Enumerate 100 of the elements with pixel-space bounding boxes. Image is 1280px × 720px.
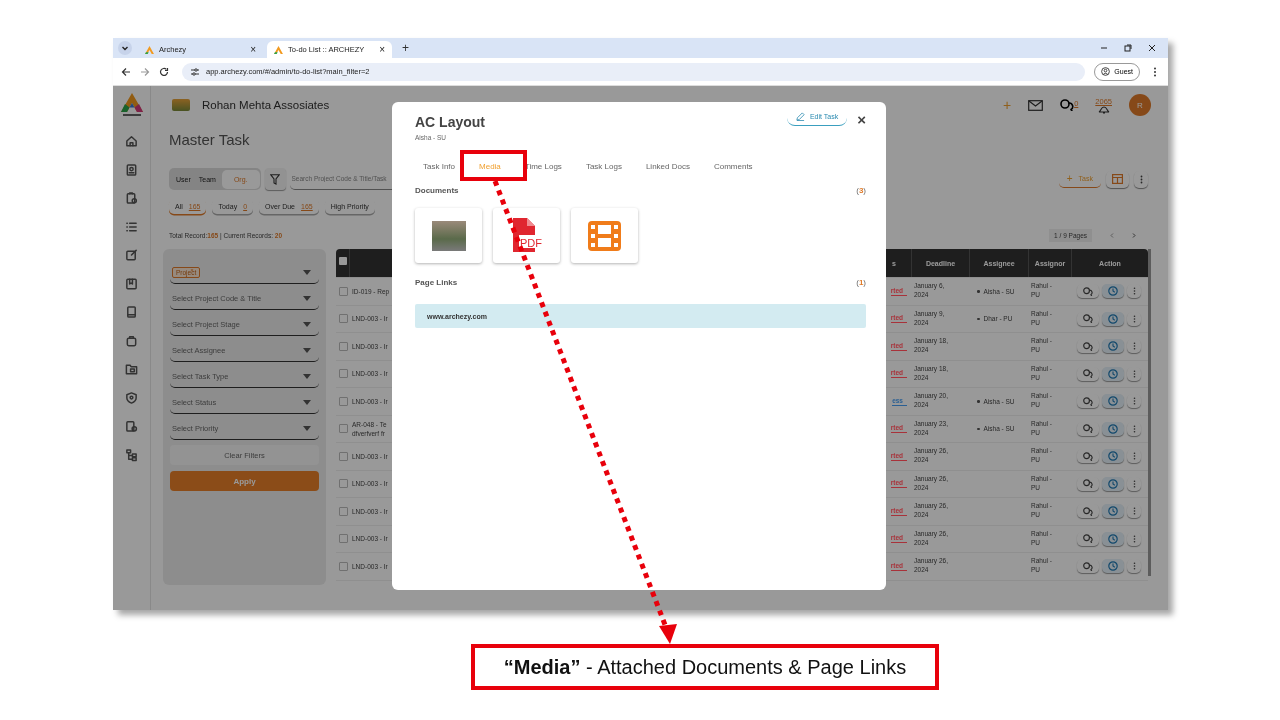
more-options-icon <box>1132 369 1136 378</box>
caret-icon <box>303 321 311 327</box>
document-card[interactable]: PDF <box>493 208 560 263</box>
chat-icon <box>1083 506 1093 516</box>
bullet-dot <box>977 400 980 403</box>
shield-icon[interactable] <box>125 390 138 405</box>
edit-icon[interactable] <box>125 248 138 262</box>
bag-icon[interactable] <box>125 333 138 348</box>
home-icon[interactable] <box>125 134 138 148</box>
clock-icon <box>1108 313 1118 324</box>
time-log-button[interactable] <box>1102 559 1124 574</box>
mail-icon[interactable] <box>1028 99 1044 111</box>
company-name: Rohan Mehta Assosiates <box>202 99 330 111</box>
more-options-icon <box>1132 479 1136 488</box>
row-checkbox[interactable] <box>339 314 348 324</box>
row-checkbox[interactable] <box>339 534 348 544</box>
section-title: Documents <box>415 186 459 195</box>
row-checkbox[interactable] <box>339 561 348 571</box>
caret-icon <box>303 425 311 431</box>
row-checkbox[interactable] <box>339 396 348 406</box>
row-checkbox[interactable] <box>339 479 348 489</box>
time-log-button[interactable] <box>1102 366 1124 381</box>
pencil-icon <box>795 112 805 121</box>
dialog-tab[interactable]: Task Info <box>411 158 467 175</box>
avatar[interactable]: R <box>1129 94 1151 116</box>
time-log-button[interactable] <box>1102 394 1124 409</box>
dialog-tab[interactable]: Comments <box>701 158 765 175</box>
more-options-icon[interactable] <box>1153 66 1157 77</box>
bullet-dot <box>977 317 980 320</box>
clock-icon <box>1108 506 1118 517</box>
new-tab-button[interactable]: + <box>402 41 409 55</box>
clock-icon <box>1108 286 1118 297</box>
folder-icon[interactable] <box>125 362 138 376</box>
row-checkbox[interactable] <box>339 369 348 379</box>
close-button[interactable]: × <box>857 111 866 128</box>
time-log-button[interactable] <box>1102 476 1124 491</box>
clipboard-icon[interactable] <box>125 191 138 205</box>
dialog-tab[interactable]: Task Logs <box>573 158 634 175</box>
chat-icon <box>1083 451 1093 461</box>
row-checkbox[interactable] <box>339 341 348 351</box>
forward-icon[interactable] <box>140 66 150 77</box>
row-checkbox[interactable] <box>339 286 348 296</box>
time-log-button[interactable] <box>1102 311 1124 326</box>
more-options-icon <box>1132 507 1136 516</box>
caret-icon <box>303 373 311 379</box>
caret-icon <box>303 295 311 301</box>
item-count: (3) <box>856 186 866 195</box>
time-log-button[interactable] <box>1102 339 1124 354</box>
chat-icon <box>1083 369 1093 379</box>
clock-icon <box>1108 451 1118 462</box>
more-options-icon <box>1139 174 1143 184</box>
chat-icon <box>1083 286 1093 296</box>
caret-icon <box>303 269 311 275</box>
bookmark-icon[interactable] <box>125 276 138 291</box>
back-icon[interactable] <box>121 66 131 77</box>
reload-icon[interactable] <box>159 66 169 77</box>
logo-icon <box>119 92 144 118</box>
row-checkbox[interactable] <box>339 506 348 516</box>
time-log-button[interactable] <box>1102 449 1124 464</box>
close-tab-button[interactable]: × <box>379 44 385 55</box>
more-options-icon <box>1132 562 1136 571</box>
time-log-button[interactable] <box>1102 531 1124 546</box>
clock-icon <box>1108 423 1118 434</box>
hierarchy-icon[interactable] <box>125 447 138 462</box>
more-options-icon <box>1132 424 1136 433</box>
chat-icon <box>1083 534 1093 544</box>
dropdown-icon[interactable] <box>118 41 132 55</box>
restore-icon[interactable] <box>1124 44 1132 52</box>
row-checkbox[interactable] <box>339 451 348 461</box>
bullet-dot <box>977 427 980 430</box>
scrollbar[interactable] <box>1148 249 1151 576</box>
clipboard-icon[interactable] <box>125 419 138 433</box>
person-icon <box>1101 67 1111 76</box>
item-count: (1) <box>856 278 866 287</box>
chat-icon <box>1083 314 1093 324</box>
chevron-right-icon[interactable] <box>1132 232 1136 238</box>
logo-icon <box>274 45 283 54</box>
chat-icon <box>1083 424 1093 434</box>
id-card-icon[interactable] <box>125 162 138 177</box>
chat-icon <box>1060 99 1075 111</box>
photo-placeholder <box>431 220 466 251</box>
clock-icon <box>1108 561 1118 572</box>
chat-icon <box>1083 561 1093 571</box>
book-icon[interactable] <box>125 305 138 319</box>
filter-button[interactable] <box>264 168 286 190</box>
logo-icon <box>145 45 154 54</box>
site-info-icon <box>190 67 200 76</box>
time-log-button[interactable] <box>1102 421 1124 436</box>
time-log-button[interactable] <box>1102 504 1124 519</box>
clock-icon <box>1108 341 1118 352</box>
close-tab-button[interactable]: × <box>250 44 256 55</box>
minimize-icon[interactable] <box>1100 44 1108 52</box>
time-log-button[interactable] <box>1102 284 1124 299</box>
row-checkbox[interactable] <box>339 424 348 434</box>
select-all-checkbox[interactable] <box>339 257 347 265</box>
dialog-tab[interactable]: Linked Docs <box>633 158 702 175</box>
more-options-icon <box>1132 287 1136 296</box>
bullet-dot <box>977 290 980 293</box>
dialog-title: AC Layout <box>415 114 486 130</box>
close-icon[interactable] <box>1148 44 1156 52</box>
